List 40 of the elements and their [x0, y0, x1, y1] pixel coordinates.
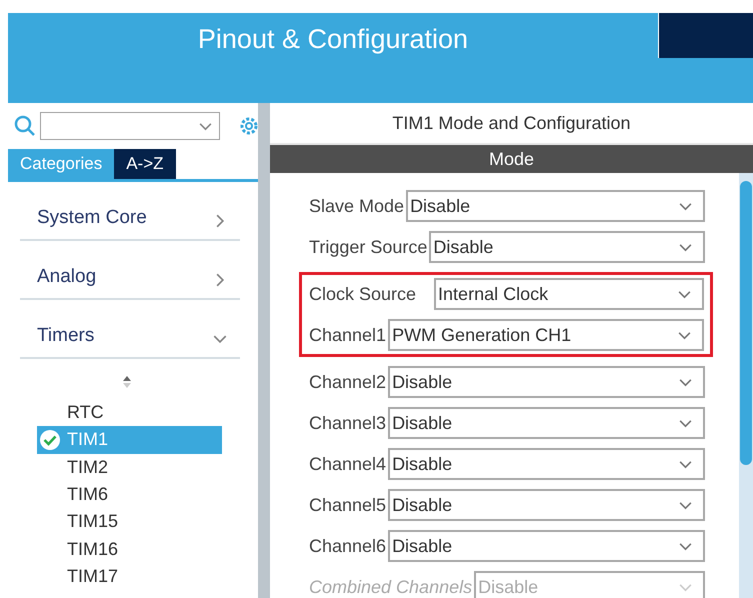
dropdown[interactable]: Disable [406, 190, 705, 222]
field-label: Channel1 [309, 324, 386, 346]
timer-item[interactable]: TIM15 [37, 508, 222, 536]
timer-item[interactable]: TIM6 [37, 480, 222, 508]
timer-item[interactable]: RTC [37, 399, 222, 426]
dropdown[interactable]: Disable [388, 448, 705, 480]
category-label: System Core [37, 207, 147, 229]
field-label: Channel4 [309, 454, 386, 474]
field-label: Trigger Source [309, 236, 428, 258]
category-label: Timers [37, 325, 94, 347]
header-title: Pinout & Configuration [196, 23, 470, 55]
dropdown[interactable]: Disable [388, 489, 705, 521]
category-label: Analog [37, 266, 96, 288]
timer-item[interactable]: TIM2 [37, 454, 222, 481]
field-label: Combined Channels [309, 576, 472, 598]
category-item[interactable]: Timers [20, 300, 240, 359]
settings-icon[interactable] [238, 115, 258, 137]
field-label: Channel5 [309, 494, 386, 516]
dropdown[interactable]: PWM Generation CH1 [388, 319, 704, 351]
timer-item[interactable]: TIM16 [37, 535, 222, 563]
dropdown[interactable]: Internal Clock [434, 278, 704, 310]
dropdown[interactable]: Disable [388, 407, 705, 439]
check-circle-icon [39, 428, 61, 451]
dropdown[interactable]: Disable [388, 530, 705, 562]
field-label: Slave Mode [309, 196, 404, 216]
scrollbar[interactable] [739, 173, 753, 598]
field-label: Clock Source [309, 284, 416, 304]
timer-item[interactable]: TIM17 [37, 562, 222, 590]
sort-icon[interactable] [122, 375, 132, 389]
category-item[interactable]: System Core [20, 182, 240, 241]
section-header: Mode [270, 145, 753, 173]
search-field[interactable] [40, 112, 220, 140]
category-item[interactable]: Analog [20, 241, 240, 300]
dropdown[interactable]: Disable [429, 231, 705, 263]
search-icon[interactable] [14, 115, 36, 137]
tab[interactable]: A->Z [114, 149, 176, 179]
dropdown[interactable]: Disable [388, 366, 705, 398]
field-label: Channel2 [309, 372, 386, 392]
field-label: Channel3 [309, 412, 386, 434]
field-label: Channel6 [309, 536, 386, 556]
